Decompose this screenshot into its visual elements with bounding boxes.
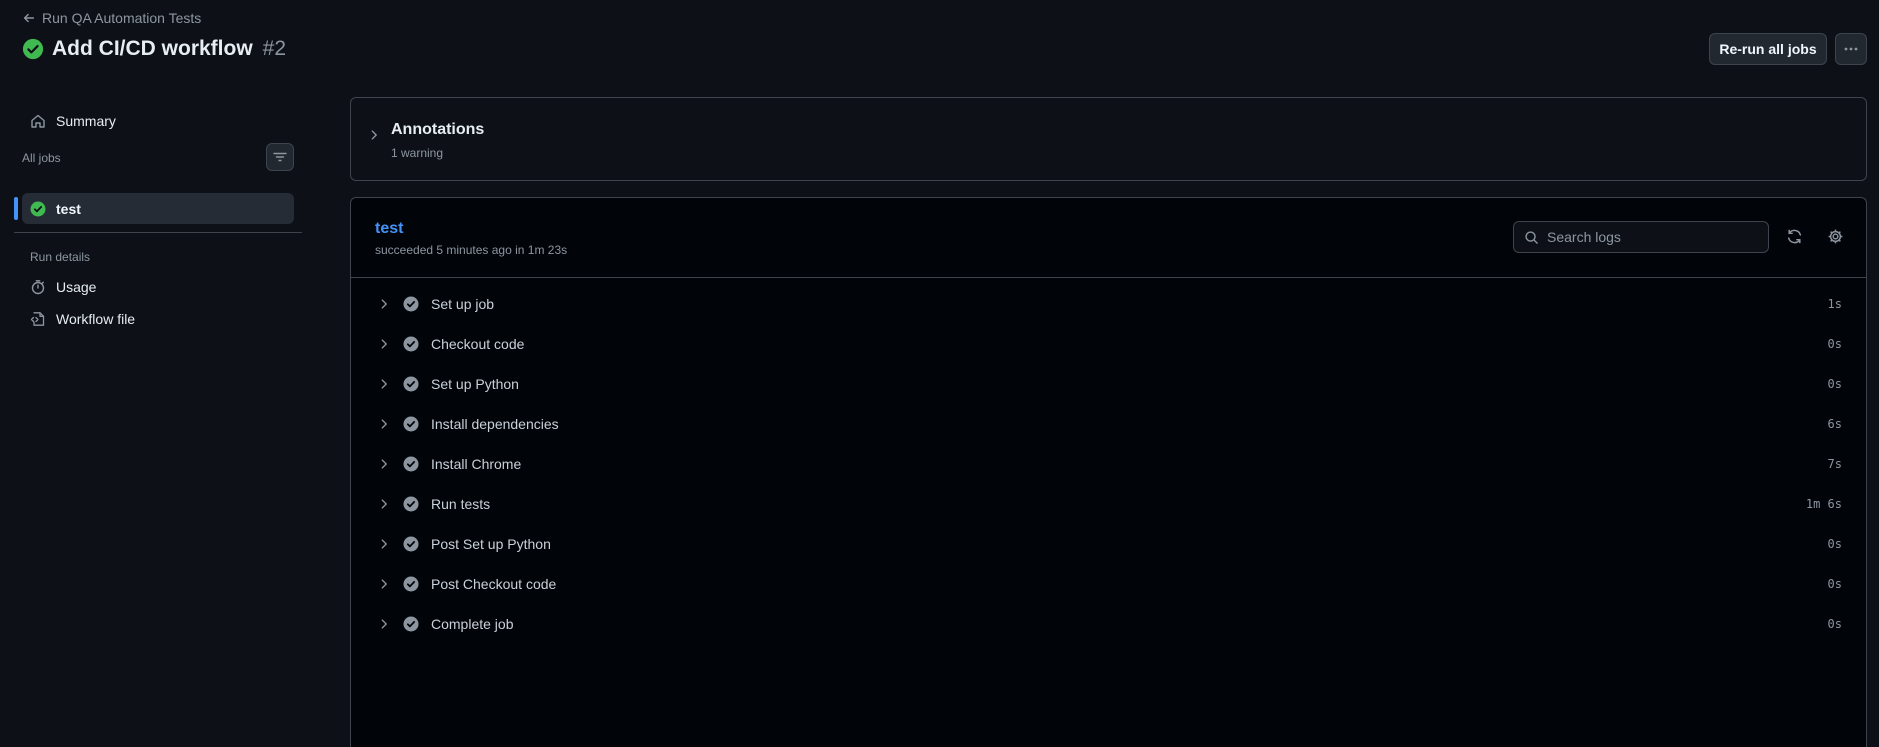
step-name: Install Chrome xyxy=(431,456,522,472)
sidebar-divider xyxy=(14,232,302,233)
step-success-icon xyxy=(403,576,419,592)
stopwatch-icon xyxy=(31,280,45,295)
step-success-icon xyxy=(403,496,419,512)
search-logs-input[interactable] xyxy=(1547,229,1747,245)
sidebar-item-label: Summary xyxy=(56,113,116,129)
job-step-row[interactable]: Set up Python 0s xyxy=(351,364,1866,404)
step-success-icon xyxy=(403,456,419,472)
step-success-icon xyxy=(403,336,419,352)
workflow-run-page: Run QA Automation Tests Add CI/CD workfl… xyxy=(0,0,1879,747)
sidebar-item-label: Usage xyxy=(56,279,97,295)
search-logs-field[interactable] xyxy=(1513,221,1769,253)
step-success-icon xyxy=(403,616,419,632)
job-header: test succeeded 5 minutes ago in 1m 23s xyxy=(351,198,1866,278)
step-duration: 0s xyxy=(1827,377,1842,391)
filter-jobs-button[interactable] xyxy=(266,143,294,171)
chevron-right-icon xyxy=(381,339,387,349)
chevron-right-icon xyxy=(381,459,387,469)
chevron-right-icon xyxy=(381,379,387,389)
step-name: Complete job xyxy=(431,616,514,632)
step-name: Post Checkout code xyxy=(431,576,557,592)
more-options-button[interactable] xyxy=(1835,33,1867,65)
job-title-link[interactable]: test xyxy=(375,220,403,238)
step-success-icon xyxy=(403,296,419,312)
step-duration: 0s xyxy=(1827,337,1842,351)
step-duration: 1m 6s xyxy=(1805,497,1842,511)
filter-icon xyxy=(273,152,287,162)
job-step-row[interactable]: Post Set up Python 0s xyxy=(351,524,1866,564)
active-indicator xyxy=(14,197,18,220)
step-duration: 0s xyxy=(1827,617,1842,631)
chevron-right-icon xyxy=(381,419,387,429)
home-icon xyxy=(31,114,45,128)
refresh-button[interactable] xyxy=(1782,224,1806,248)
step-name: Post Set up Python xyxy=(431,536,551,552)
chevron-right-icon xyxy=(381,579,387,589)
step-duration: 0s xyxy=(1827,537,1842,551)
step-name: Checkout code xyxy=(431,336,525,352)
job-step-row[interactable]: Set up job 1s xyxy=(351,284,1866,324)
job-step-row[interactable]: Checkout code 0s xyxy=(351,324,1866,364)
job-status-text: succeeded 5 minutes ago in 1m 23s xyxy=(375,243,568,257)
job-step-row[interactable]: Run tests 1m 6s xyxy=(351,484,1866,524)
job-step-row[interactable]: Complete job 0s xyxy=(351,604,1866,644)
step-success-icon xyxy=(403,416,419,432)
job-log-panel: test succeeded 5 minutes ago in 1m 23s S… xyxy=(350,197,1867,747)
step-success-icon xyxy=(403,376,419,392)
success-check-icon xyxy=(30,201,46,216)
step-duration: 7s xyxy=(1827,457,1842,471)
step-name: Set up job xyxy=(431,296,495,312)
search-icon xyxy=(1525,230,1538,244)
chevron-right-icon xyxy=(381,539,387,549)
sync-icon xyxy=(1787,229,1801,243)
file-code-icon xyxy=(30,312,45,326)
job-step-row[interactable]: Post Checkout code 0s xyxy=(351,564,1866,604)
sidebar-item-label: Workflow file xyxy=(56,311,136,327)
chevron-right-icon xyxy=(381,299,387,309)
chevron-right-icon[interactable] xyxy=(367,128,381,142)
log-settings-button[interactable] xyxy=(1823,224,1847,248)
step-name: Run tests xyxy=(431,496,491,512)
step-name: Set up Python xyxy=(431,376,519,392)
step-duration: 6s xyxy=(1827,417,1842,431)
annotations-panel[interactable]: Annotations 1 warning xyxy=(350,97,1867,181)
step-name: Install dependencies xyxy=(431,416,559,432)
sidebar: Summary All jobs test Run details Usage xyxy=(0,0,310,747)
sidebar-item-workflow-file[interactable]: Workflow file xyxy=(22,303,294,335)
all-jobs-heading: All jobs xyxy=(22,151,61,165)
job-step-row[interactable]: Install Chrome 7s xyxy=(351,444,1866,484)
sidebar-item-usage[interactable]: Usage xyxy=(22,271,294,303)
job-steps-list: Set up job 1s Checkout code 0s Set up Python… xyxy=(351,284,1866,644)
gear-icon xyxy=(1828,229,1842,243)
chevron-right-icon xyxy=(381,619,387,629)
step-duration: 1s xyxy=(1827,297,1842,311)
job-step-row[interactable]: Install dependencies 6s xyxy=(351,404,1866,444)
sidebar-item-summary[interactable]: Summary xyxy=(22,105,294,137)
rerun-all-jobs-button[interactable]: Re-run all jobs xyxy=(1709,33,1827,65)
step-duration: 0s xyxy=(1827,577,1842,591)
step-success-icon xyxy=(403,536,419,552)
sidebar-job-label: test xyxy=(56,200,81,217)
annotations-count: 1 warning xyxy=(391,146,444,160)
kebab-horizontal-icon xyxy=(1844,47,1858,51)
annotations-title: Annotations xyxy=(391,121,485,138)
chevron-right-icon xyxy=(381,499,387,509)
sidebar-job-test[interactable]: test xyxy=(14,193,294,224)
run-details-heading: Run details xyxy=(30,250,91,264)
